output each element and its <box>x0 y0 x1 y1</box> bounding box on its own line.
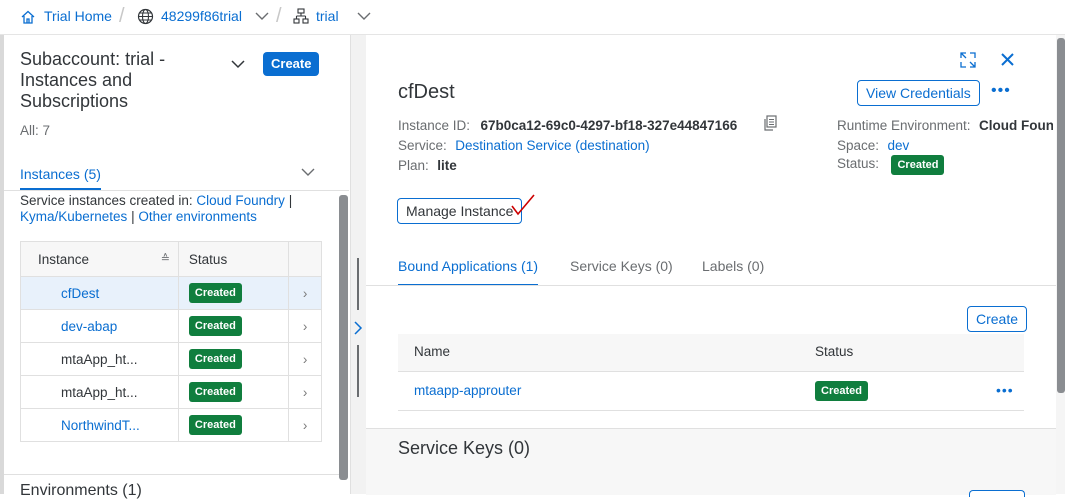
splitter-grip[interactable] <box>357 345 359 397</box>
page-title: Subaccount: trial - Instances and Subscr… <box>20 49 166 111</box>
status-badge: Created <box>188 316 242 336</box>
runtime-value: Cloud Foundry <box>979 118 1053 133</box>
table-row[interactable]: mtaApp_ht... Created › <box>20 342 322 376</box>
divider <box>4 190 349 191</box>
sort-icon[interactable]: ≙ <box>161 252 170 265</box>
column-header-status: Status <box>177 241 290 277</box>
separator: | <box>288 193 293 208</box>
table-header: Instance ≙ Status <box>20 241 322 277</box>
status-row: Status: Created <box>837 155 945 175</box>
breadcrumb-separator: / <box>119 5 125 27</box>
tab-labels[interactable]: Labels (0) <box>702 258 764 274</box>
table-row[interactable]: dev-abap Created › <box>20 309 322 343</box>
checkmark-annotation-icon <box>510 193 536 217</box>
status-badge: Created <box>815 381 868 401</box>
kyma-kubernetes-link[interactable]: Kyma/Kubernetes <box>20 209 127 224</box>
manage-instance-button[interactable]: Manage Instance <box>397 198 523 224</box>
row-actions-icon[interactable]: ••• <box>996 382 1014 398</box>
instance-id-label: Instance ID: <box>398 118 471 133</box>
service-keys-title: Service Keys (0) <box>398 438 531 458</box>
service-link[interactable]: Destination Service (destination) <box>455 138 649 153</box>
chevron-right-icon[interactable]: › <box>288 375 322 409</box>
environments-section-title[interactable]: Environments (1) <box>20 482 142 500</box>
splitter-grip[interactable] <box>357 258 359 310</box>
chevron-right-icon[interactable]: › <box>288 342 322 376</box>
instance-id-row: Instance ID: 67b0ca12-69c0-4297-bf18-327… <box>398 117 737 135</box>
table-row[interactable]: cfDest Created › <box>20 276 322 310</box>
table-row[interactable]: mtaApp_ht... Created › <box>20 375 322 409</box>
breadcrumb: Trial Home / 48299f86trial / trial <box>0 0 1065 35</box>
tab-service-keys[interactable]: Service Keys (0) <box>570 258 673 274</box>
runtime-label: Runtime Environment: <box>837 118 971 133</box>
instance-id-value: 67b0ca12-69c0-4297-bf18-327e44847166 <box>480 118 738 133</box>
instances-table: Instance ≙ Status cfDest Created › dev-a… <box>20 241 322 442</box>
table-header: Name Status <box>398 334 1024 372</box>
tab-instances[interactable]: Instances (5) <box>20 166 101 190</box>
chevron-down-icon[interactable] <box>255 11 269 21</box>
breadcrumb-home-link[interactable]: Trial Home <box>44 8 112 24</box>
table-row[interactable]: mtaapp-approuter Created ••• <box>398 372 1024 411</box>
status-label: Status: <box>837 156 880 171</box>
status-badge: Created <box>188 283 242 303</box>
instance-count: All: 7 <box>20 123 51 138</box>
tab-bound-applications[interactable]: Bound Applications (1) <box>398 258 539 286</box>
globe-icon <box>137 8 154 25</box>
column-header-instance[interactable]: Instance ≙ <box>20 241 179 277</box>
status-badge: Created <box>188 349 242 369</box>
chevron-right-icon[interactable]: › <box>288 309 322 343</box>
created-in-label: Service instances created in: <box>20 193 193 208</box>
close-icon[interactable] <box>1000 52 1015 67</box>
runtime-row: Runtime Environment: Cloud Foundry <box>837 117 1053 135</box>
instance-link[interactable]: NorthwindT... <box>61 418 140 433</box>
plan-value: lite <box>437 158 457 173</box>
instance-link[interactable]: dev-abap <box>61 319 117 334</box>
instance-link[interactable]: cfDest <box>61 286 99 301</box>
separator: | <box>131 209 135 224</box>
plan-label: Plan: <box>398 158 429 173</box>
column-header-name: Name <box>414 344 451 359</box>
divider <box>4 474 339 475</box>
chevron-down-icon[interactable] <box>357 11 371 21</box>
more-options-icon[interactable]: ••• <box>991 82 1011 100</box>
environment-filter: Service instances created in: Cloud Foun… <box>20 193 335 225</box>
other-environments-link[interactable]: Other environments <box>138 209 257 224</box>
left-edge <box>0 35 4 494</box>
status-badge: Created <box>188 382 242 402</box>
chevron-right-icon[interactable]: › <box>288 408 322 442</box>
instance-title: cfDest <box>398 81 455 103</box>
space-label: Space: <box>837 138 880 153</box>
breadcrumb-separator: / <box>276 5 282 27</box>
application-link[interactable]: mtaapp-approuter <box>414 383 521 398</box>
space-row: Space: dev <box>837 137 909 155</box>
plan-row: Plan: lite <box>398 157 457 175</box>
chevron-down-icon[interactable] <box>300 166 316 178</box>
create-button[interactable]: Create <box>263 52 320 76</box>
chevron-right-icon[interactable] <box>352 320 364 336</box>
chevron-down-icon[interactable] <box>230 58 246 70</box>
divider <box>366 285 1056 286</box>
instance-name[interactable]: mtaApp_ht... <box>61 352 138 367</box>
column-header-actions <box>288 241 322 277</box>
breadcrumb-subaccount-link[interactable]: trial <box>316 8 339 24</box>
fullscreen-icon[interactable] <box>959 51 977 69</box>
service-label: Service: <box>398 138 447 153</box>
home-icon[interactable] <box>20 9 36 25</box>
instance-name[interactable]: mtaApp_ht... <box>61 385 138 400</box>
view-credentials-button[interactable]: View Credentials <box>857 80 980 106</box>
status-badge: Created <box>891 155 945 175</box>
column-instance-label: Instance <box>38 251 90 267</box>
column-header-status: Status <box>815 344 854 359</box>
copy-icon[interactable] <box>763 115 778 131</box>
right-scrollbar[interactable] <box>1057 38 1065 393</box>
chevron-right-icon[interactable]: › <box>288 276 322 310</box>
hierarchy-icon <box>293 8 309 24</box>
create-binding-button[interactable]: Create <box>967 306 1028 332</box>
space-link[interactable]: dev <box>887 138 909 153</box>
service-row: Service: Destination Service (destinatio… <box>398 137 650 155</box>
table-row[interactable]: NorthwindT... Created › <box>20 408 322 442</box>
cloud-foundry-link[interactable]: Cloud Foundry <box>196 193 285 208</box>
status-badge: Created <box>188 415 242 435</box>
breadcrumb-globalaccount-link[interactable]: 48299f86trial <box>161 8 242 24</box>
left-scrollbar[interactable] <box>339 195 348 480</box>
